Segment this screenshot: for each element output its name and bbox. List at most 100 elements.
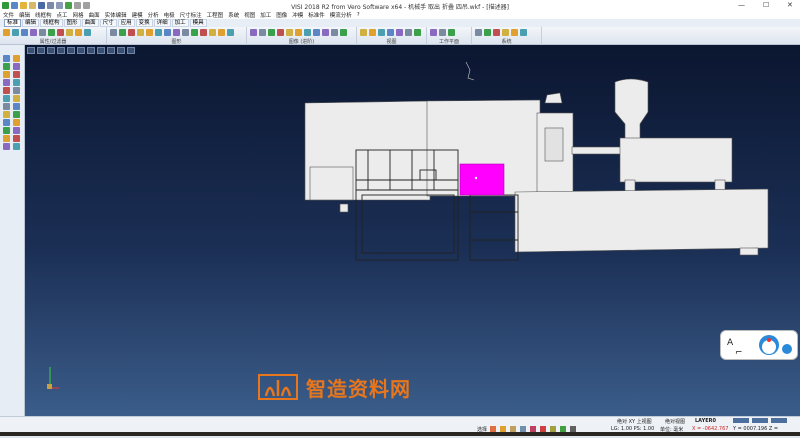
ribbon-tool-icon[interactable] [128, 29, 135, 36]
left-tool-icon[interactable] [13, 143, 20, 150]
menu-item[interactable]: 标准件 [308, 11, 325, 19]
ribbon-tool-icon[interactable] [340, 29, 347, 36]
menu-item[interactable]: 文件 [3, 11, 14, 19]
ribbon-tool-icon[interactable] [387, 29, 394, 36]
tab-item[interactable]: 详细 [153, 19, 171, 27]
ribbon-tool-icon[interactable] [164, 29, 171, 36]
ribbon-tool-icon[interactable] [360, 29, 367, 36]
status-button[interactable] [733, 418, 749, 423]
tab-item[interactable]: 标准 [4, 19, 22, 27]
ribbon-tool-icon[interactable] [30, 29, 37, 36]
ribbon-tool-icon[interactable] [439, 29, 446, 36]
ribbon-tool-icon[interactable] [277, 29, 284, 36]
tab-item[interactable]: 应用 [117, 19, 135, 27]
status-button[interactable] [771, 418, 787, 423]
left-tool-icon[interactable] [3, 95, 10, 102]
menu-item[interactable]: 线框构 [35, 11, 52, 19]
left-tool-icon[interactable] [3, 143, 10, 150]
tab-item[interactable]: 图形 [63, 19, 81, 27]
ribbon-tool-icon[interactable] [396, 29, 403, 36]
left-tool-icon[interactable] [3, 63, 10, 70]
ribbon-tool-icon[interactable] [182, 29, 189, 36]
view-mode[interactable]: 绝对 XY 上视图 [617, 418, 652, 425]
tab-item[interactable]: 曲面 [81, 19, 99, 27]
left-tool-icon[interactable] [3, 119, 10, 126]
ribbon-tool-icon[interactable] [146, 29, 153, 36]
open-icon[interactable] [29, 2, 36, 9]
menu-item[interactable]: 编辑 [19, 11, 30, 19]
layer-indicator[interactable]: LAYER0 [695, 418, 716, 424]
ribbon-tool-icon[interactable] [209, 29, 216, 36]
ribbon-tool-icon[interactable] [75, 29, 82, 36]
undo-icon[interactable] [74, 2, 81, 9]
left-tool-icon[interactable] [3, 71, 10, 78]
3d-viewport[interactable]: A ⌐ [25, 45, 800, 416]
left-tool-icon[interactable] [13, 95, 20, 102]
ribbon-tool-icon[interactable] [39, 29, 46, 36]
tab-item[interactable]: 尺寸 [99, 19, 117, 27]
left-tool-icon[interactable] [13, 135, 20, 142]
left-tool-icon[interactable] [3, 103, 10, 110]
ribbon-tool-icon[interactable] [448, 29, 455, 36]
menu-item[interactable]: ? [357, 12, 360, 18]
ribbon-tool-icon[interactable] [227, 29, 234, 36]
left-tool-icon[interactable] [13, 71, 20, 78]
left-tool-icon[interactable] [13, 111, 20, 118]
ribbon-tool-icon[interactable] [3, 29, 10, 36]
menu-item[interactable]: 曲面 [89, 11, 100, 19]
left-tool-icon[interactable] [3, 135, 10, 142]
ribbon-tool-icon[interactable] [173, 29, 180, 36]
maximize-button[interactable]: ☐ [763, 1, 769, 9]
ribbon-tool-icon[interactable] [520, 29, 527, 36]
ribbon-tool-icon[interactable] [405, 29, 412, 36]
ribbon-tool-icon[interactable] [313, 29, 320, 36]
menu-item[interactable]: 冲模 [292, 11, 303, 19]
left-tool-icon[interactable] [13, 103, 20, 110]
menu-item[interactable]: 工程图 [207, 11, 224, 19]
ribbon-tool-icon[interactable] [12, 29, 19, 36]
left-tool-icon[interactable] [3, 127, 10, 134]
ribbon-tool-icon[interactable] [84, 29, 91, 36]
left-tool-icon[interactable] [13, 63, 20, 70]
tab-item[interactable]: 变换 [135, 19, 153, 27]
ribbon-tool-icon[interactable] [369, 29, 376, 36]
ribbon-tool-icon[interactable] [322, 29, 329, 36]
menu-item[interactable]: 分析 [148, 11, 159, 19]
menu-item[interactable]: 电极 [164, 11, 175, 19]
menu-item[interactable]: 尺寸标注 [180, 11, 202, 19]
left-tool-icon[interactable] [3, 55, 10, 62]
menu-item[interactable]: 模流分析 [330, 11, 352, 19]
ribbon-tool-icon[interactable] [250, 29, 257, 36]
ribbon-tool-icon[interactable] [200, 29, 207, 36]
ribbon-tool-icon[interactable] [286, 29, 293, 36]
tab-item[interactable]: 加工 [171, 19, 189, 27]
left-tool-icon[interactable] [13, 55, 20, 62]
ribbon-tool-icon[interactable] [331, 29, 338, 36]
view-absolute[interactable]: 绝对视图 [665, 418, 685, 425]
ribbon-tool-icon[interactable] [304, 29, 311, 36]
status-button[interactable] [752, 418, 768, 423]
menu-item[interactable]: 加工 [260, 11, 271, 19]
save-icon[interactable] [38, 2, 45, 9]
redo-icon[interactable] [83, 2, 90, 9]
ribbon-tool-icon[interactable] [191, 29, 198, 36]
ribbon-tool-icon[interactable] [21, 29, 28, 36]
ribbon-tool-icon[interactable] [378, 29, 385, 36]
ribbon-tool-icon[interactable] [155, 29, 162, 36]
menu-item[interactable]: 点工 [57, 11, 68, 19]
left-tool-icon[interactable] [13, 79, 20, 86]
open-folder-icon[interactable] [20, 2, 27, 9]
ribbon-tool-icon[interactable] [218, 29, 225, 36]
ribbon-tool-icon[interactable] [137, 29, 144, 36]
ribbon-tool-icon[interactable] [259, 29, 266, 36]
ribbon-tool-icon[interactable] [295, 29, 302, 36]
print-icon[interactable] [56, 2, 63, 9]
ribbon-tool-icon[interactable] [268, 29, 275, 36]
tab-item[interactable]: 线框构 [40, 19, 63, 27]
ribbon-tool-icon[interactable] [48, 29, 55, 36]
left-tool-icon[interactable] [13, 127, 20, 134]
menu-item[interactable]: 系统 [228, 11, 239, 19]
ribbon-tool-icon[interactable] [57, 29, 64, 36]
menu-item[interactable]: 网格 [73, 11, 84, 19]
left-tool-icon[interactable] [13, 87, 20, 94]
